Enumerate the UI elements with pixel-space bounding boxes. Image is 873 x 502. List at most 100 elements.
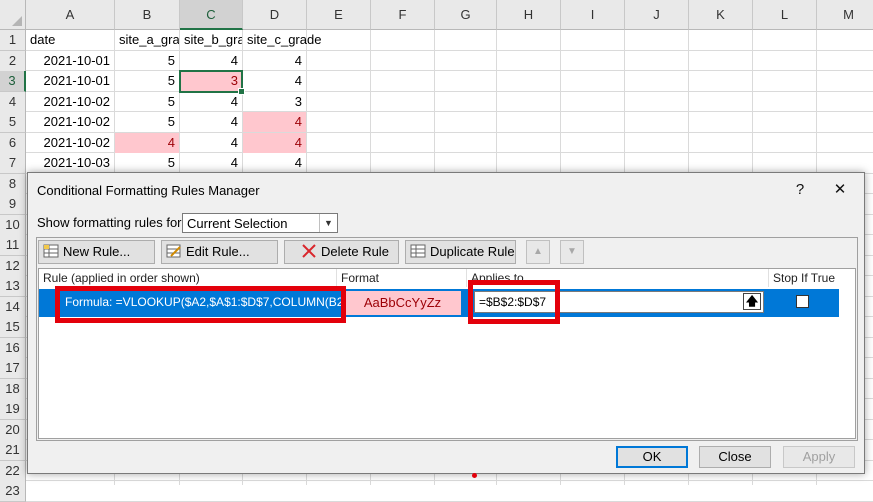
row-header-16[interactable]: 16 bbox=[0, 337, 26, 359]
column-header-a[interactable]: A bbox=[26, 0, 115, 30]
cell-d3[interactable]: 4 bbox=[243, 71, 306, 91]
new-rule-label: New Rule... bbox=[63, 244, 131, 259]
cell-a2[interactable]: 2021-10-01 bbox=[26, 51, 114, 71]
cell-c2[interactable]: 4 bbox=[180, 51, 242, 71]
cell-d2[interactable]: 4 bbox=[243, 51, 306, 71]
chevron-up-icon: ▲ bbox=[533, 246, 543, 257]
cell-c7[interactable]: 4 bbox=[180, 153, 242, 173]
delete-icon bbox=[302, 244, 316, 258]
collapse-range-icon[interactable]: 🡅 bbox=[743, 293, 761, 310]
column-header-l[interactable]: L bbox=[753, 0, 817, 30]
close-button[interactable]: Close bbox=[699, 446, 771, 468]
cell-a4[interactable]: 2021-10-02 bbox=[26, 92, 114, 112]
row-header-2[interactable]: 2 bbox=[0, 50, 26, 72]
annotation-box-formula bbox=[55, 286, 346, 323]
edit-rule-icon bbox=[166, 244, 181, 258]
cell-c4[interactable]: 4 bbox=[180, 92, 242, 112]
cell-b1[interactable]: site_a_gra bbox=[115, 30, 179, 50]
cell-d5[interactable]: 4 bbox=[243, 112, 306, 132]
row-header-9[interactable]: 9 bbox=[0, 194, 26, 215]
duplicate-rule-icon bbox=[410, 244, 426, 258]
active-cell-border bbox=[179, 70, 245, 94]
cell-c6[interactable]: 4 bbox=[180, 133, 242, 153]
column-header-e[interactable]: E bbox=[307, 0, 371, 30]
duplicate-rule-button[interactable]: Duplicate Rule bbox=[405, 240, 516, 264]
close-icon[interactable]: ✕ bbox=[828, 179, 852, 201]
cell-b4[interactable]: 5 bbox=[115, 92, 179, 112]
stop-if-true-checkbox[interactable] bbox=[796, 295, 809, 308]
delete-rule-button[interactable]: Delete Rule bbox=[284, 240, 399, 264]
cell-a7[interactable]: 2021-10-03 bbox=[26, 153, 114, 173]
cell-a1[interactable]: date bbox=[26, 30, 114, 50]
show-rules-select[interactable]: Current Selection ▼ bbox=[182, 213, 338, 233]
column-header-i[interactable]: I bbox=[561, 0, 625, 30]
cell-d4[interactable]: 3 bbox=[243, 92, 306, 112]
cell-d7[interactable]: 4 bbox=[243, 153, 306, 173]
delete-rule-label: Delete Rule bbox=[321, 244, 389, 259]
cell-b3[interactable]: 5 bbox=[115, 71, 179, 91]
cell-b2[interactable]: 5 bbox=[115, 51, 179, 71]
gridline bbox=[26, 480, 873, 481]
gridline bbox=[26, 500, 873, 502]
row-header-6[interactable]: 6 bbox=[0, 132, 26, 154]
show-rules-label: Show formatting rules for: bbox=[37, 215, 186, 230]
annotation-dot bbox=[472, 473, 477, 478]
edit-rule-button[interactable]: Edit Rule... bbox=[161, 240, 278, 264]
row-header-19[interactable]: 19 bbox=[0, 399, 26, 420]
row-header-3[interactable]: 3 bbox=[0, 71, 26, 92]
rules-list[interactable]: Rule (applied in order shown) Format App… bbox=[38, 268, 856, 478]
column-header-format: Format bbox=[337, 269, 467, 287]
row-header-20[interactable]: 20 bbox=[0, 419, 26, 441]
cell-c5[interactable]: 4 bbox=[180, 112, 242, 132]
column-header-g[interactable]: G bbox=[435, 0, 497, 30]
cell-c1[interactable]: site_b_gra bbox=[180, 30, 242, 50]
column-header-rule: Rule (applied in order shown) bbox=[39, 269, 337, 287]
row-header-17[interactable]: 17 bbox=[0, 358, 26, 379]
column-header-f[interactable]: F bbox=[371, 0, 435, 30]
row-header-11[interactable]: 11 bbox=[0, 235, 26, 256]
help-button[interactable]: ? bbox=[788, 179, 812, 201]
column-header-m[interactable]: M bbox=[817, 0, 873, 30]
row-header-5[interactable]: 5 bbox=[0, 112, 26, 133]
move-down-button[interactable]: ▼ bbox=[560, 240, 584, 264]
annotation-box-applies-to bbox=[468, 280, 560, 324]
cell-d6[interactable]: 4 bbox=[243, 132, 306, 153]
column-header-h[interactable]: H bbox=[497, 0, 561, 30]
row-header-14[interactable]: 14 bbox=[0, 296, 26, 318]
column-header-k[interactable]: K bbox=[689, 0, 753, 30]
cell-b6[interactable]: 4 bbox=[115, 132, 179, 153]
move-up-button[interactable]: ▲ bbox=[526, 240, 550, 264]
row-header-21[interactable]: 21 bbox=[0, 440, 26, 461]
new-rule-button[interactable]: New Rule... bbox=[38, 240, 155, 264]
row-header-18[interactable]: 18 bbox=[0, 378, 26, 400]
cell-a3[interactable]: 2021-10-01 bbox=[26, 71, 114, 91]
row-header-15[interactable]: 15 bbox=[0, 317, 26, 338]
select-all-corner[interactable] bbox=[0, 0, 26, 30]
new-rule-icon bbox=[43, 244, 59, 258]
row-header-12[interactable]: 12 bbox=[0, 255, 26, 277]
row-header-23[interactable]: 23 bbox=[0, 481, 26, 502]
cell-a6[interactable]: 2021-10-02 bbox=[26, 133, 114, 153]
column-header-d[interactable]: D bbox=[243, 0, 307, 30]
conditional-formatting-rules-manager-dialog: Conditional Formatting Rules Manager ? ✕… bbox=[27, 172, 865, 478]
column-header-stop-if-true: Stop If True bbox=[773, 271, 836, 285]
cell-d1[interactable]: site_c_grade bbox=[243, 30, 321, 50]
column-header-c[interactable]: C bbox=[180, 0, 243, 30]
edit-rule-label: Edit Rule... bbox=[186, 244, 250, 259]
row-header-4[interactable]: 4 bbox=[0, 91, 26, 113]
cell-a5[interactable]: 2021-10-02 bbox=[26, 112, 114, 132]
cell-b5[interactable]: 5 bbox=[115, 112, 179, 132]
row-header-13[interactable]: 13 bbox=[0, 276, 26, 297]
column-header-b[interactable]: B bbox=[115, 0, 180, 30]
row-header-1[interactable]: 1 bbox=[0, 30, 26, 51]
ok-button[interactable]: OK bbox=[616, 446, 688, 468]
cell-b7[interactable]: 5 bbox=[115, 153, 179, 173]
apply-button[interactable]: Apply bbox=[783, 446, 855, 468]
row-header-10[interactable]: 10 bbox=[0, 214, 26, 236]
row-header-8[interactable]: 8 bbox=[0, 173, 26, 195]
format-preview: AaBbCcYyZz bbox=[344, 291, 461, 315]
row-header-22[interactable]: 22 bbox=[0, 460, 26, 482]
row-header-7[interactable]: 7 bbox=[0, 153, 26, 174]
chevron-down-icon: ▼ bbox=[567, 246, 577, 257]
column-header-j[interactable]: J bbox=[625, 0, 689, 30]
